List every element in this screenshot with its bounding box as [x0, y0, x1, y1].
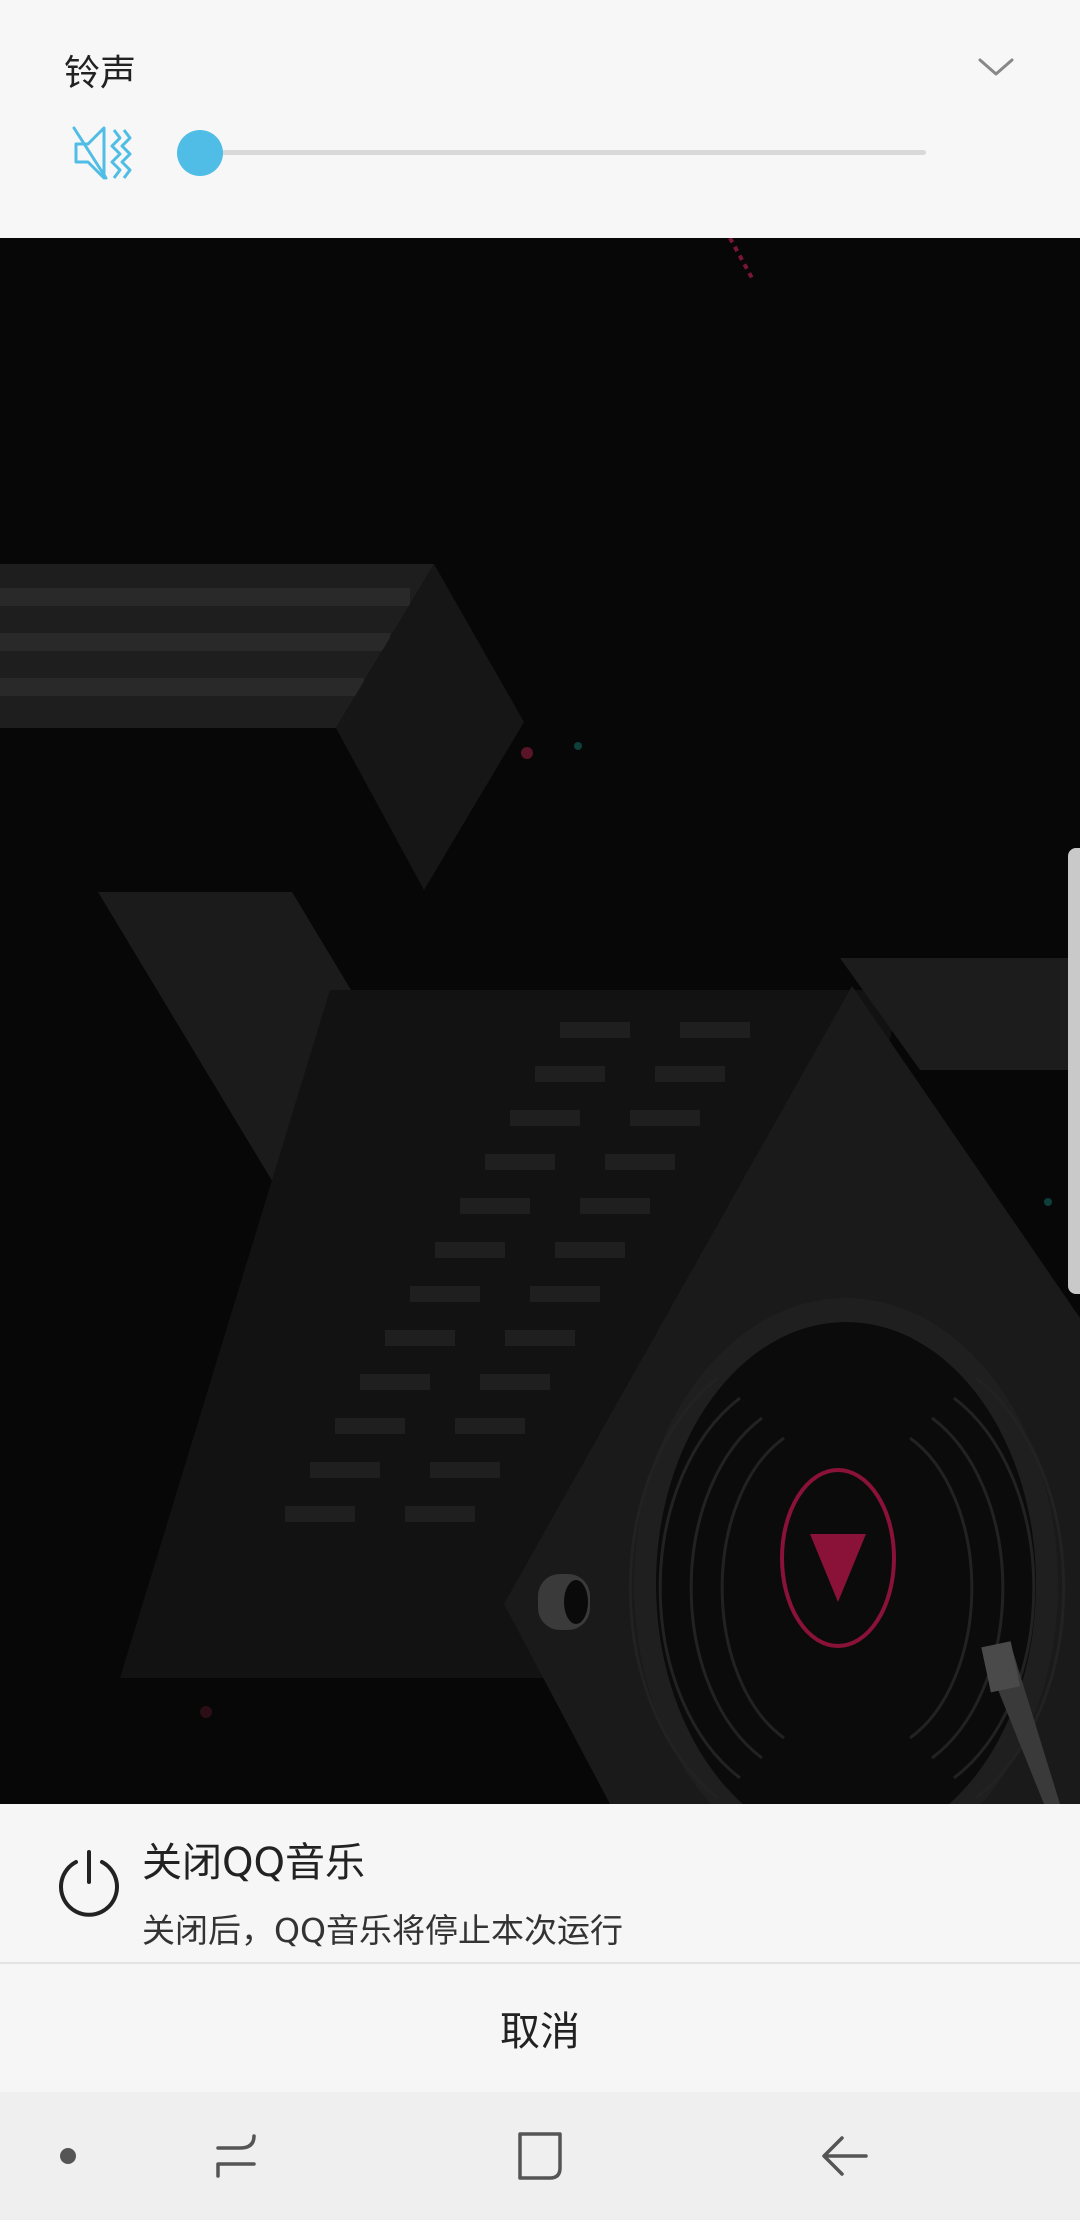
close-app-option[interactable]: 关闭QQ音乐 关闭后，QQ音乐将停止本次运行: [0, 1804, 1080, 1962]
recent-apps-icon[interactable]: [210, 2128, 266, 2184]
edge-panel-handle[interactable]: [1068, 848, 1080, 1294]
indicator-dot-icon: [60, 2148, 76, 2164]
power-icon: [59, 1850, 119, 1917]
volume-slider[interactable]: [177, 128, 926, 178]
navigation-bar: [0, 2092, 1080, 2220]
player-artwork-illustration: [0, 238, 1080, 1804]
volume-panel: 铃声: [0, 0, 1080, 238]
volume-slider-thumb[interactable]: [177, 130, 223, 176]
volume-slider-track[interactable]: [200, 150, 926, 155]
home-icon[interactable]: [512, 2128, 568, 2184]
cancel-button[interactable]: 取消: [0, 1964, 1080, 2092]
close-app-description: 关闭后，QQ音乐将停止本次运行: [142, 1911, 623, 1950]
player-artwork-background: [0, 238, 1080, 1804]
ringer-muted-icon[interactable]: [72, 122, 134, 184]
chevron-down-icon[interactable]: [976, 48, 1016, 88]
back-icon[interactable]: [816, 2128, 872, 2184]
close-app-title: 关闭QQ音乐: [142, 1840, 365, 1886]
volume-stream-label: 铃声: [64, 53, 137, 94]
